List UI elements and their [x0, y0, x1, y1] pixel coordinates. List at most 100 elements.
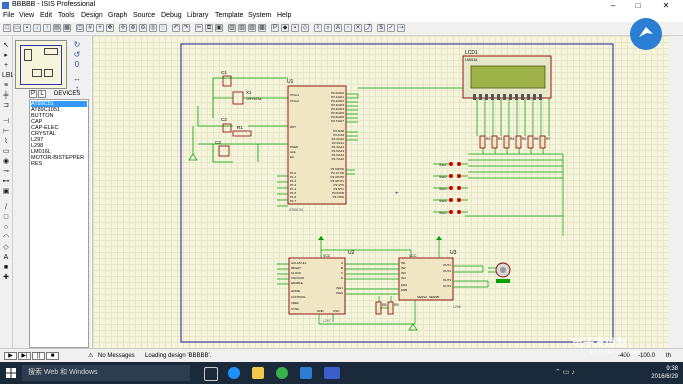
- taskbar-clock[interactable]: 9:38 2016/6/29: [644, 365, 678, 381]
- menu-edit[interactable]: Edit: [40, 12, 52, 19]
- decompose-icon[interactable]: ◇: [301, 24, 309, 32]
- import-icon[interactable]: ↓: [33, 24, 41, 32]
- circle-2d-icon[interactable]: ○: [2, 224, 10, 231]
- menu-graph[interactable]: Graph: [108, 12, 127, 19]
- chat-app-icon[interactable]: [276, 367, 288, 379]
- menu-help[interactable]: Help: [277, 12, 291, 19]
- terminals-icon[interactable]: ⊣: [2, 118, 10, 125]
- zoom-in-icon[interactable]: ⊕: [129, 24, 137, 32]
- step-button[interactable]: ▶|: [18, 352, 31, 360]
- electrical-check-icon[interactable]: ✓: [387, 24, 395, 32]
- mirror-x-icon[interactable]: ↔: [72, 74, 82, 83]
- box-2d-icon[interactable]: □: [2, 214, 10, 221]
- save-icon[interactable]: ▪: [23, 24, 31, 32]
- cut-icon[interactable]: ✂: [195, 24, 203, 32]
- text-script-icon[interactable]: ≡: [2, 82, 10, 89]
- zoom-all-icon[interactable]: ◎: [149, 24, 157, 32]
- paste-icon[interactable]: ▣: [215, 24, 223, 32]
- block-move-icon[interactable]: ▧: [238, 24, 246, 32]
- menu-view[interactable]: View: [19, 12, 34, 19]
- center-icon[interactable]: ✢: [119, 24, 127, 32]
- library-manager-button[interactable]: L: [38, 90, 46, 98]
- redraw-icon[interactable]: ◫: [76, 24, 84, 32]
- bus-icon[interactable]: ╪: [2, 92, 10, 99]
- package-tool-icon[interactable]: ▪: [291, 24, 299, 32]
- path-2d-icon[interactable]: ◇: [2, 244, 10, 251]
- new-sheet-icon[interactable]: ▫: [344, 24, 352, 32]
- menu-template[interactable]: Template: [215, 12, 243, 19]
- generator-icon[interactable]: ◉: [2, 158, 10, 165]
- wire-autorouter-icon[interactable]: ⌇: [314, 24, 322, 32]
- make-device-icon[interactable]: ◆: [281, 24, 289, 32]
- copy-icon[interactable]: ⧉: [205, 24, 213, 32]
- exit-to-parent-icon[interactable]: ⤴: [364, 24, 372, 32]
- junction-dot-icon[interactable]: +: [2, 62, 10, 69]
- menu-source[interactable]: Source: [133, 12, 155, 19]
- current-probe-icon[interactable]: ⊷: [2, 178, 10, 185]
- menu-file[interactable]: File: [3, 12, 14, 19]
- pause-button[interactable]: ||: [32, 352, 45, 360]
- tape-recorder-icon[interactable]: ▭: [2, 148, 10, 155]
- zoom-area-icon[interactable]: ◌: [159, 24, 167, 32]
- menu-design[interactable]: Design: [81, 12, 103, 19]
- file-explorer-icon[interactable]: [252, 367, 264, 379]
- store-icon[interactable]: [300, 367, 312, 379]
- block-delete-icon[interactable]: ▩: [258, 24, 266, 32]
- export-icon[interactable]: ↑: [43, 24, 51, 32]
- origin-icon[interactable]: +: [96, 24, 104, 32]
- wire-label-icon[interactable]: LBL: [2, 72, 14, 79]
- device-item-res[interactable]: RES: [31, 161, 42, 167]
- menu-system[interactable]: System: [248, 12, 271, 19]
- print-area-icon[interactable]: ▦: [63, 24, 71, 32]
- remove-sheet-icon[interactable]: ✕: [354, 24, 362, 32]
- block-rotate-icon[interactable]: ▨: [248, 24, 256, 32]
- arc-2d-icon[interactable]: ◠: [2, 234, 10, 241]
- graph-icon[interactable]: ⌇: [2, 138, 10, 145]
- windows-start-icon[interactable]: [6, 368, 16, 378]
- vertical-scrollbar[interactable]: [669, 36, 683, 348]
- task-view-icon[interactable]: [204, 367, 218, 381]
- line-2d-icon[interactable]: /: [2, 204, 10, 211]
- text-2d-icon[interactable]: A: [2, 254, 10, 261]
- search-tag-icon[interactable]: ⌕: [324, 24, 332, 32]
- print-icon[interactable]: ▤: [53, 24, 61, 32]
- message-count[interactable]: No Messages: [98, 353, 135, 359]
- marker-2d-icon[interactable]: ✚: [2, 274, 10, 281]
- close-button[interactable]: ✕: [655, 0, 677, 11]
- menu-library[interactable]: Library: [187, 12, 208, 19]
- isis-taskbar-icon[interactable]: [324, 367, 340, 379]
- pick-devices-button[interactable]: P: [29, 90, 37, 98]
- device-pins-icon[interactable]: ⊢: [2, 128, 10, 135]
- menu-debug[interactable]: Debug: [161, 12, 182, 19]
- minimize-button[interactable]: –: [602, 0, 624, 11]
- overview-window[interactable]: [15, 40, 67, 89]
- rotate-ccw-icon[interactable]: ↺: [72, 50, 82, 59]
- tray-icons[interactable]: ⌃ ▭ ♪: [555, 368, 575, 376]
- undo-icon[interactable]: ↶: [172, 24, 180, 32]
- virtual-instrument-icon[interactable]: ▣: [2, 188, 10, 195]
- subcircuit-icon[interactable]: ⊐: [2, 102, 10, 109]
- menu-tools[interactable]: Tools: [58, 12, 74, 19]
- play-button[interactable]: ▶: [4, 352, 17, 360]
- schematic-canvas[interactable]: C1 X1 CRYSTAL C2 C3 R1 U1 AT89C51 XTAL1 …: [92, 36, 670, 348]
- degrees-box-icon[interactable]: 0: [72, 60, 82, 69]
- symbol-2d-icon[interactable]: ■: [2, 264, 10, 271]
- open-folder-icon[interactable]: ▭: [13, 24, 21, 32]
- selection-mode-icon[interactable]: ↖: [2, 42, 10, 49]
- pan-icon[interactable]: ✥: [106, 24, 114, 32]
- edge-browser-icon[interactable]: [228, 367, 240, 379]
- new-file-icon[interactable]: □: [3, 24, 11, 32]
- bill-of-materials-icon[interactable]: $: [377, 24, 385, 32]
- pick-device-icon[interactable]: P: [271, 24, 279, 32]
- stop-button[interactable]: ■: [46, 352, 59, 360]
- grid-icon[interactable]: #: [86, 24, 94, 32]
- zoom-out-icon[interactable]: ⊖: [139, 24, 147, 32]
- voltage-probe-icon[interactable]: ⊸: [2, 168, 10, 175]
- maximize-button[interactable]: □: [627, 0, 649, 11]
- block-copy-icon[interactable]: ▥: [228, 24, 236, 32]
- component-mode-icon[interactable]: ▸: [2, 52, 10, 59]
- redo-icon[interactable]: ↷: [182, 24, 190, 32]
- rotate-cw-icon[interactable]: ↻: [72, 40, 82, 49]
- taskbar-search-box[interactable]: 搜索 Web 和 Windows: [22, 365, 190, 381]
- property-assign-icon[interactable]: A: [334, 24, 342, 32]
